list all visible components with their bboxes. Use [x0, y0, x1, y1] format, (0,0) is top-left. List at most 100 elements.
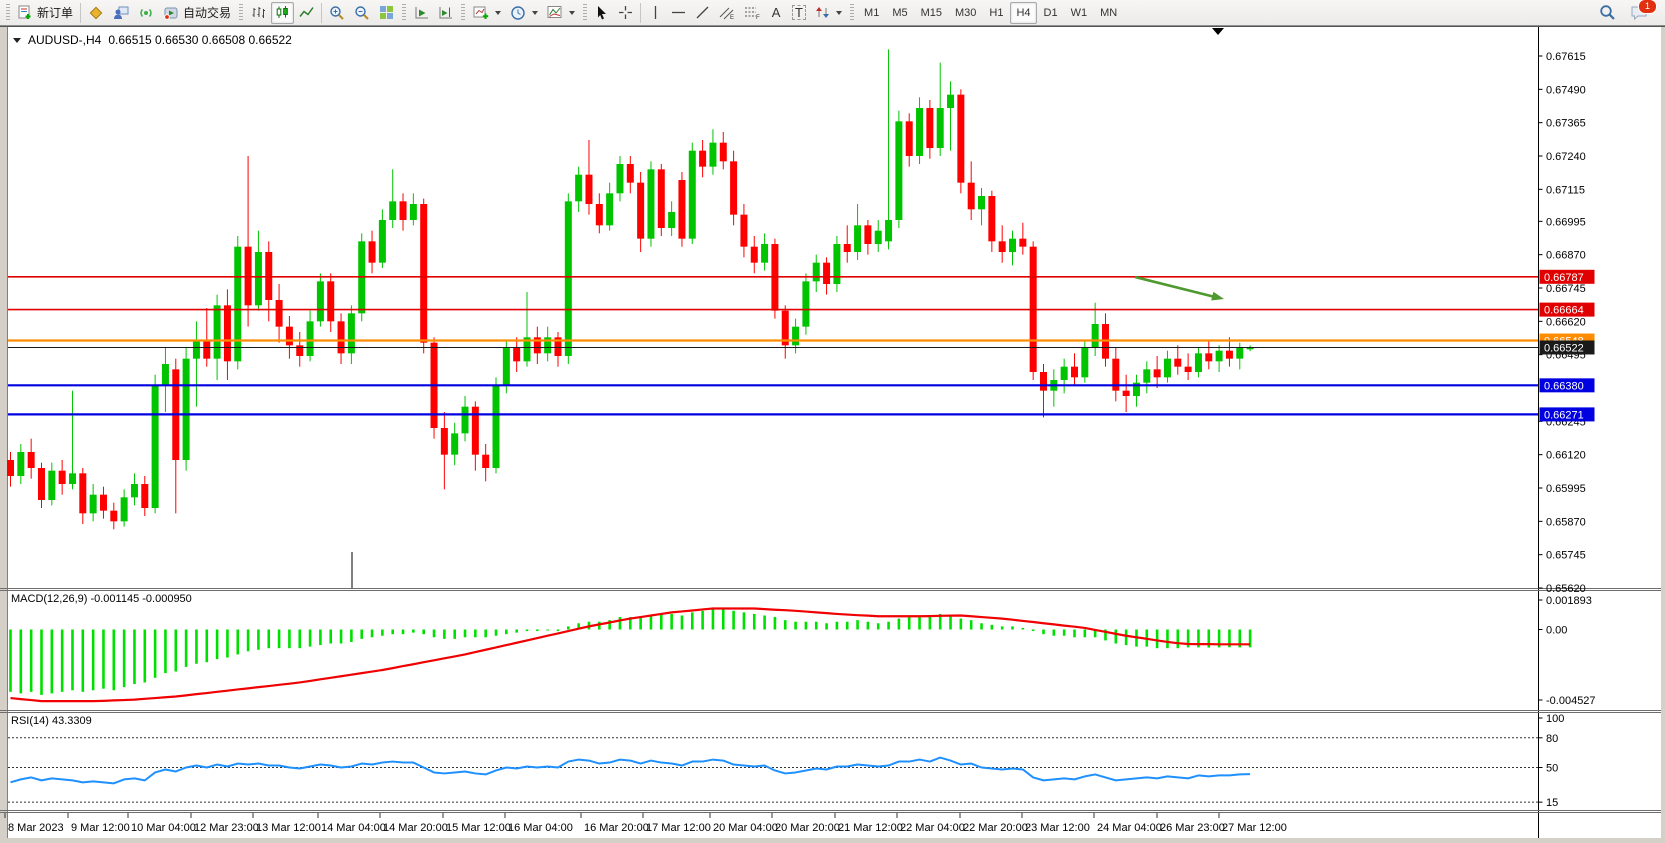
- timeframe-m1-button[interactable]: M1: [858, 2, 885, 24]
- timeframe-mn-button[interactable]: MN: [1094, 2, 1123, 24]
- svg-text:E: E: [730, 15, 734, 20]
- svg-text:F: F: [756, 15, 760, 20]
- vertical-line-tool-button[interactable]: [644, 2, 666, 24]
- profile-button[interactable]: [109, 2, 133, 24]
- candlestick-chart-icon: [275, 5, 290, 20]
- timeframe-m30-button[interactable]: M30: [949, 2, 982, 24]
- symbol-collapse-icon[interactable]: [13, 38, 21, 43]
- autotrading-icon: [163, 5, 179, 21]
- line-chart-button[interactable]: [295, 2, 318, 24]
- time-label: 15 Mar 12:00: [446, 822, 511, 834]
- new-chart-button[interactable]: [469, 2, 505, 24]
- mt4-window: 新订单 自动交易: [0, 0, 1665, 843]
- zoom-out-button[interactable]: [350, 2, 374, 24]
- periods-button[interactable]: [506, 2, 542, 24]
- rsi-line: [11, 758, 1251, 784]
- auto-scroll-button[interactable]: [410, 2, 433, 24]
- timeframe-m15-button[interactable]: M15: [915, 2, 948, 24]
- arrows-tool-icon: [815, 5, 830, 20]
- crosshair-icon: [618, 5, 633, 20]
- chart-shift-marker: [1212, 28, 1224, 35]
- autotrading-label: 自动交易: [183, 4, 231, 21]
- dropdown-caret-icon: [532, 11, 538, 15]
- toolbar-grip[interactable]: [402, 4, 406, 22]
- time-label: 22 Mar 04:00: [900, 822, 965, 834]
- arrows-tool-button[interactable]: [811, 2, 846, 24]
- toolbar-separator: [80, 3, 81, 23]
- signals-button[interactable]: [134, 2, 158, 24]
- timeframe-m5-button[interactable]: M5: [886, 2, 913, 24]
- search-icon: [1599, 4, 1616, 21]
- toolbar-grip[interactable]: [6, 4, 10, 22]
- horizontal-line-tool-button[interactable]: [667, 2, 690, 24]
- notifications-button[interactable]: 1: [1626, 2, 1652, 24]
- time-label: 21 Mar 12:00: [838, 822, 903, 834]
- timeframe-h4-button[interactable]: H4: [1010, 2, 1036, 24]
- time-label: 16 Mar 20:00: [584, 822, 649, 834]
- time-label: 8 Mar 2023: [8, 822, 64, 834]
- time-label: 20 Mar 20:00: [775, 822, 840, 834]
- toolbar-grip[interactable]: [850, 4, 854, 22]
- svg-text:0.66870: 0.66870: [1546, 250, 1586, 262]
- zoom-in-button[interactable]: [325, 2, 349, 24]
- chart-title-line: AUDUSD-,H4 0.66515 0.66530 0.66508 0.665…: [13, 33, 292, 47]
- price-axis[interactable]: 0.676150.674900.673650.672400.671150.669…: [1539, 51, 1595, 595]
- bar-chart-icon: [251, 5, 266, 20]
- toolbar-grip[interactable]: [461, 4, 465, 22]
- svg-text:0.66745: 0.66745: [1546, 283, 1586, 295]
- bar-chart-button[interactable]: [247, 2, 270, 24]
- rsi-panel-layer: 100805015: [8, 713, 1564, 809]
- clock-icon: [510, 5, 526, 21]
- tile-windows-icon: [379, 5, 394, 20]
- autotrading-button[interactable]: 自动交易: [159, 2, 235, 24]
- time-label: 13 Mar 12:00: [256, 822, 321, 834]
- trend-arrow[interactable]: [1135, 277, 1213, 297]
- svg-text:0.65870: 0.65870: [1546, 516, 1586, 528]
- toolbar: 新订单 自动交易: [0, 0, 1665, 26]
- toolbar-grip[interactable]: [583, 4, 587, 22]
- time-label: 9 Mar 12:00: [71, 822, 130, 834]
- cursor-icon: [595, 5, 609, 20]
- timeframe-h1-button[interactable]: H1: [983, 2, 1009, 24]
- timeframe-d1-button[interactable]: D1: [1038, 2, 1064, 24]
- search-button[interactable]: [1595, 2, 1620, 24]
- chart-canvas[interactable]: 0.676150.674900.673650.672400.671150.669…: [0, 0, 1665, 843]
- time-label: 16 Mar 04:00: [508, 822, 573, 834]
- new-order-label: 新订单: [37, 4, 73, 21]
- text-label-tool-button[interactable]: T: [788, 2, 810, 24]
- trendline-tool-button[interactable]: [691, 2, 714, 24]
- new-chart-icon: [473, 5, 489, 20]
- svg-text:0.66620: 0.66620: [1546, 316, 1586, 328]
- auto-scroll-icon: [414, 5, 429, 20]
- time-axis[interactable]: 8 Mar 20239 Mar 12:0010 Mar 04:0012 Mar …: [5, 813, 1287, 834]
- toolbar-grip[interactable]: [239, 4, 243, 22]
- new-order-button[interactable]: 新订单: [14, 2, 77, 24]
- svg-text:0.66120: 0.66120: [1546, 450, 1586, 462]
- cursor-tool-button[interactable]: [591, 2, 613, 24]
- svg-text:0.67240: 0.67240: [1546, 151, 1586, 163]
- indicators-button[interactable]: [543, 2, 579, 24]
- candles-layer: [7, 49, 1254, 529]
- candlestick-chart-button[interactable]: [271, 2, 294, 24]
- fibonacci-tool-button[interactable]: F: [740, 2, 764, 24]
- text-tool-button[interactable]: A: [765, 2, 787, 24]
- signals-icon: [138, 5, 154, 21]
- zoom-in-icon: [329, 5, 345, 21]
- market-watch-button[interactable]: [84, 2, 108, 24]
- rsi-panel-label: RSI(14) 43.3309: [11, 715, 92, 727]
- channel-tool-button[interactable]: E: [715, 2, 739, 24]
- time-label: 26 Mar 23:00: [1160, 822, 1225, 834]
- dropdown-caret-icon: [836, 11, 842, 15]
- time-label: 24 Mar 04:00: [1097, 822, 1162, 834]
- svg-text:0.66380: 0.66380: [1544, 380, 1584, 392]
- svg-text:0.66271: 0.66271: [1544, 409, 1584, 421]
- tile-windows-button[interactable]: [375, 2, 398, 24]
- svg-text:0.67115: 0.67115: [1546, 184, 1585, 196]
- timeframe-w1-button[interactable]: W1: [1065, 2, 1094, 24]
- chart-shift-button[interactable]: [434, 2, 457, 24]
- trend-arrow-head: [1211, 292, 1224, 301]
- svg-text:0.67615: 0.67615: [1546, 51, 1586, 63]
- crosshair-tool-button[interactable]: [614, 2, 637, 24]
- time-label: 10 Mar 04:00: [131, 822, 196, 834]
- channel-icon: E: [719, 5, 735, 20]
